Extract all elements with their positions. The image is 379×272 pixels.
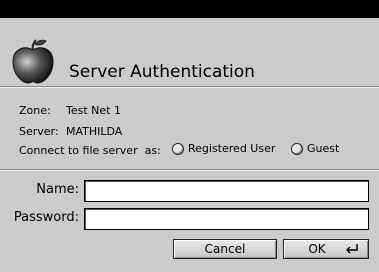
guest-option[interactable]: Guest — [291, 142, 339, 155]
server-value: MATHILDA — [66, 125, 123, 138]
enter-key-icon — [346, 244, 358, 254]
zone-label: Zone: — [19, 104, 51, 117]
form-divider — [0, 169, 379, 171]
name-label: Name: — [36, 182, 79, 197]
name-field[interactable] — [84, 180, 369, 202]
ok-button[interactable]: OK — [283, 239, 369, 259]
guest-radio[interactable] — [291, 142, 303, 155]
cancel-button[interactable]: Cancel — [173, 239, 277, 259]
dialog-title: Server Authentication — [69, 62, 255, 82]
registered-user-radio[interactable] — [172, 142, 184, 155]
header-divider — [0, 86, 379, 88]
guest-label: Guest — [307, 142, 340, 155]
zone-value: Test Net 1 — [66, 104, 121, 117]
cancel-button-label: Cancel — [204, 242, 246, 256]
connect-as-label: Connect to file server as: — [19, 144, 161, 157]
apple-logo-icon — [12, 39, 54, 84]
password-label: Password: — [13, 210, 79, 225]
registered-user-option[interactable]: Registered User — [172, 142, 275, 155]
title-bar[interactable] — [0, 0, 379, 18]
dialog-header: Server Authentication — [0, 18, 379, 86]
ok-button-label: OK — [308, 242, 326, 256]
server-authentication-dialog: Server Authentication Zone: Test Net 1 S… — [0, 0, 379, 272]
registered-user-label: Registered User — [188, 142, 276, 155]
server-label: Server: — [19, 125, 59, 138]
password-field[interactable] — [84, 208, 369, 230]
